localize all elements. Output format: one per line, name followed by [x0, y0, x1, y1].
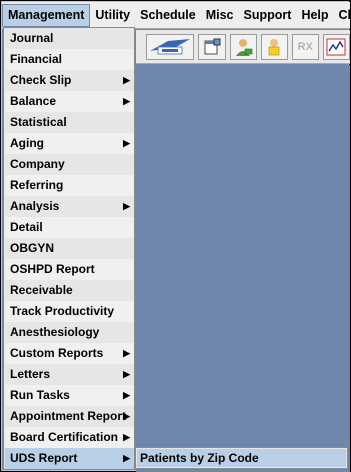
- menu-item-label: Custom Reports: [10, 346, 104, 360]
- menu-item-custom-reports[interactable]: Custom Reports ▶: [5, 343, 134, 364]
- submenu-arrow-icon: ▶: [123, 138, 130, 148]
- menu-item-letters[interactable]: Letters ▶: [5, 364, 134, 385]
- menu-help[interactable]: Help: [296, 4, 333, 27]
- menu-support[interactable]: Support: [239, 4, 297, 27]
- menu-bar: Management Utility Schedule Misc Support…: [2, 2, 351, 29]
- menu-item-anesthesiology[interactable]: Anesthesiology: [5, 322, 134, 343]
- menu-item-obgyn[interactable]: OBGYN: [5, 238, 134, 259]
- rx-button[interactable]: RX: [291, 33, 319, 60]
- menu-utility[interactable]: Utility: [90, 4, 135, 27]
- menu-item-oshpd-report[interactable]: OSHPD Report: [5, 259, 134, 280]
- workspace-area: [136, 65, 350, 472]
- submenu-arrow-icon: ▶: [123, 453, 130, 463]
- menu-item-label: Appointment Report: [10, 409, 126, 423]
- rx-label: RX: [297, 40, 313, 53]
- menu-item-label: Financial: [10, 52, 63, 66]
- menu-misc[interactable]: Misc: [201, 4, 239, 27]
- submenu-arrow-icon: ▶: [123, 432, 130, 442]
- document-window-button[interactable]: [198, 33, 226, 60]
- submenu-arrow-icon: ▶: [123, 201, 130, 211]
- menu-item-uds-report[interactable]: UDS Report ▶: [5, 448, 134, 469]
- submenu-arrow-icon: ▶: [123, 390, 130, 400]
- toolbar: RX: [136, 30, 350, 64]
- menu-item-aging[interactable]: Aging ▶: [5, 133, 134, 154]
- menu-item-statistical[interactable]: Statistical: [5, 112, 134, 133]
- menu-item-label: Company: [10, 157, 65, 171]
- menu-item-track-productivity[interactable]: Track Productivity: [5, 301, 134, 322]
- menu-item-receivable[interactable]: Receivable: [5, 280, 134, 301]
- menu-item-label: Detail: [10, 220, 43, 234]
- menu-item-company[interactable]: Company: [5, 154, 134, 175]
- patient-icon: [268, 38, 280, 55]
- menu-item-label: Balance: [10, 94, 57, 108]
- prime-logo-icon: [150, 38, 191, 54]
- menu-item-label: Journal: [10, 31, 54, 45]
- submenu-arrow-icon: ▶: [123, 348, 130, 358]
- chart-icon: [326, 38, 346, 55]
- uds-report-submenu: Patients by Zip Code: [135, 447, 348, 469]
- submenu-arrow-icon: ▶: [123, 96, 130, 106]
- user-money-icon: [236, 38, 253, 56]
- chart-button[interactable]: [322, 33, 350, 60]
- menu-item-journal[interactable]: Journal: [5, 28, 134, 49]
- document-window-icon: [204, 38, 221, 54]
- menu-item-label: Check Slip: [10, 73, 72, 87]
- menu-item-label: Aging: [10, 136, 44, 150]
- menu-item-check-slip[interactable]: Check Slip ▶: [5, 70, 134, 91]
- menu-item-financial[interactable]: Financial: [5, 49, 134, 70]
- menu-item-run-tasks[interactable]: Run Tasks ▶: [5, 385, 134, 406]
- menu-cli[interactable]: Cli: [334, 4, 351, 27]
- menu-item-label: UDS Report: [10, 451, 78, 465]
- menu-item-balance[interactable]: Balance ▶: [5, 91, 134, 112]
- menu-item-appointment-report[interactable]: Appointment Report ▶: [5, 406, 134, 427]
- menu-item-label: Letters: [10, 367, 51, 381]
- menu-item-detail[interactable]: Detail: [5, 217, 134, 238]
- menu-item-label: Board Certification: [10, 430, 119, 444]
- menu-item-label: OBGYN: [10, 241, 55, 255]
- menu-item-label: Run Tasks: [10, 388, 70, 402]
- menu-item-label: Track Productivity: [10, 304, 115, 318]
- menu-item-label: Anesthesiology: [10, 325, 100, 339]
- prime-logo-button[interactable]: [146, 33, 195, 60]
- menu-item-label: Referring: [10, 178, 64, 192]
- submenu-item-patients-by-zip-code[interactable]: Patients by Zip Code: [137, 449, 346, 467]
- patient-button[interactable]: [260, 33, 288, 60]
- menu-item-analysis[interactable]: Analysis ▶: [5, 196, 134, 217]
- menu-item-label: Receivable: [10, 283, 73, 297]
- menu-item-label: OSHPD Report: [10, 262, 95, 276]
- menu-management[interactable]: Management: [2, 3, 91, 27]
- menu-item-label: Analysis: [10, 199, 60, 213]
- submenu-arrow-icon: ▶: [123, 411, 130, 421]
- menu-item-label: Statistical: [10, 115, 67, 129]
- submenu-arrow-icon: ▶: [123, 75, 130, 85]
- submenu-arrow-icon: ▶: [123, 369, 130, 379]
- menu-item-referring[interactable]: Referring: [5, 175, 134, 196]
- user-money-button[interactable]: [229, 33, 257, 60]
- menu-item-board-certification[interactable]: Board Certification ▶: [5, 427, 134, 448]
- management-menu: Journal Financial Check Slip ▶ Balance ▶ S…: [3, 27, 135, 470]
- menu-schedule[interactable]: Schedule: [135, 4, 201, 27]
